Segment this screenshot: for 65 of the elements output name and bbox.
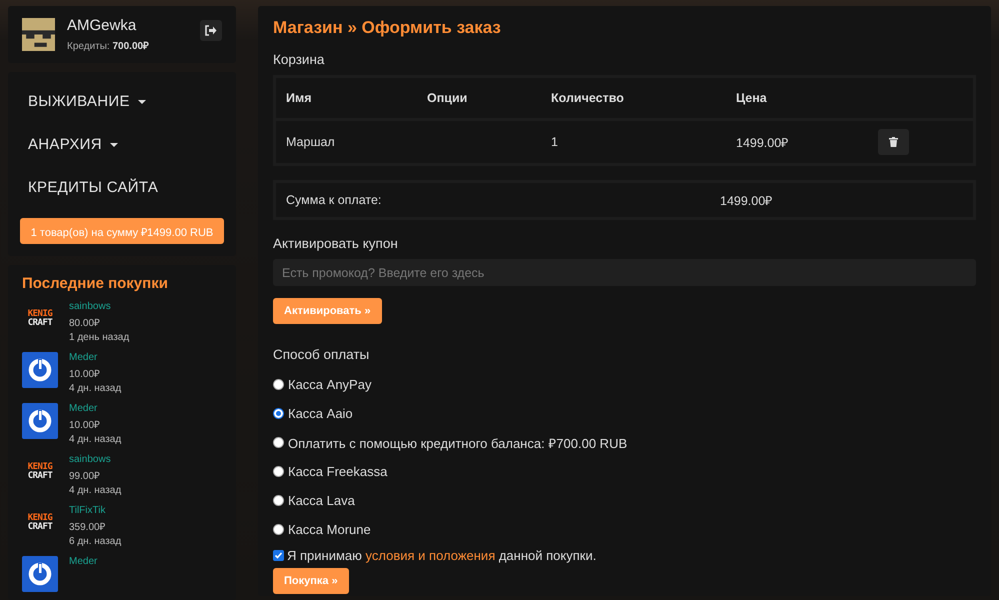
checkbox[interactable]: [273, 550, 284, 560]
radio-button[interactable]: [273, 495, 284, 506]
logout-icon: [205, 25, 217, 36]
username: AMGewka: [67, 17, 138, 34]
radio-button[interactable]: [273, 379, 284, 390]
buyer-name[interactable]: Meder: [69, 352, 122, 363]
nav-link[interactable]: АНАРХИЯ: [20, 123, 126, 166]
nav-label: ВЫЖИВАНИЕ: [28, 93, 130, 110]
radio-button[interactable]: [273, 466, 284, 477]
purchase-price: 99.00₽: [69, 470, 102, 482]
terms-text: Я принимаю условия и положения данной покупки.: [287, 548, 596, 562]
avatar-icon: [22, 18, 55, 51]
column-header: Количество: [551, 91, 625, 105]
purchase-time: 6 дн. назад: [69, 536, 122, 547]
payment-option[interactable]: Касса Freekassa: [288, 464, 388, 479]
buyer-name[interactable]: sainbows: [69, 454, 122, 465]
power-icon: [22, 403, 58, 439]
radio-button[interactable]: [273, 408, 284, 419]
total-label: Сумма к оплате:: [286, 193, 382, 207]
credits-balance: Кредиты: 700.00₽: [67, 40, 150, 52]
store-logo: KENIG CRAFT: [26, 512, 54, 534]
payment-option[interactable]: Оплатить с помощью кредитного баланса: ₽700.00 RUB: [288, 434, 628, 452]
nav-link[interactable]: КРЕДИТЫ САЙТА: [20, 166, 166, 209]
purchase-time: 4 дн. назад: [69, 434, 122, 445]
section-title: Активировать купон: [273, 236, 399, 251]
section-title: Способ оплаты: [273, 347, 370, 362]
buyer-name[interactable]: sainbows: [69, 301, 130, 312]
delete-button[interactable]: [878, 129, 909, 155]
table-cell-text: 1499.00₽: [736, 134, 790, 150]
column-header: Цена: [736, 91, 768, 105]
table-cell-text: 1: [551, 135, 559, 149]
power-icon: [22, 556, 58, 592]
nav-label: КРЕДИТЫ САЙТА: [28, 179, 158, 196]
payment-option[interactable]: Касса Morune: [288, 522, 371, 537]
column-header: Имя: [286, 91, 313, 105]
buyer-name[interactable]: Meder: [69, 556, 98, 567]
store-logo: KENIG CRAFT: [26, 308, 54, 330]
page-title: Магазин » Оформить заказ: [273, 18, 502, 38]
payment-option[interactable]: Касса AnyPay: [288, 377, 372, 392]
purchase-time: 4 дн. назад: [69, 383, 122, 394]
store-logo: KENIG CRAFT: [26, 461, 54, 483]
purchase-price: 359.00₽: [69, 521, 107, 533]
buyer-name[interactable]: TilFixTik: [69, 505, 122, 516]
column-header: Опции: [427, 91, 468, 105]
purchase-time: 1 день назад: [69, 332, 130, 343]
logout-button[interactable]: [200, 20, 222, 41]
power-icon: [22, 352, 58, 388]
table-cell-text: Маршал: [286, 135, 336, 149]
coupon-field[interactable]: Есть промокод? Введите его здесь: [273, 259, 976, 286]
radio-button[interactable]: [273, 524, 284, 535]
purchase-price: 80.00₽: [69, 317, 102, 329]
terms-link[interactable]: условия и положения: [366, 548, 496, 562]
payment-option[interactable]: Касса Lava: [288, 493, 355, 508]
purchase-price: 10.00₽: [69, 419, 102, 431]
total-value: 1499.00₽: [720, 192, 774, 208]
section-title: Последние покупки: [22, 275, 169, 292]
payment-option[interactable]: Касса Aaio: [288, 406, 353, 421]
purchase-price: 10.00₽: [69, 368, 102, 380]
radio-button[interactable]: [273, 437, 284, 448]
nav-link[interactable]: ВЫЖИВАНИЕ: [20, 80, 154, 123]
section-title: Корзина: [273, 52, 326, 67]
trash-icon: [889, 137, 898, 147]
nav-label: АНАРХИЯ: [28, 136, 102, 153]
buyer-name[interactable]: Meder: [69, 403, 122, 414]
purchase-time: 4 дн. назад: [69, 485, 122, 496]
